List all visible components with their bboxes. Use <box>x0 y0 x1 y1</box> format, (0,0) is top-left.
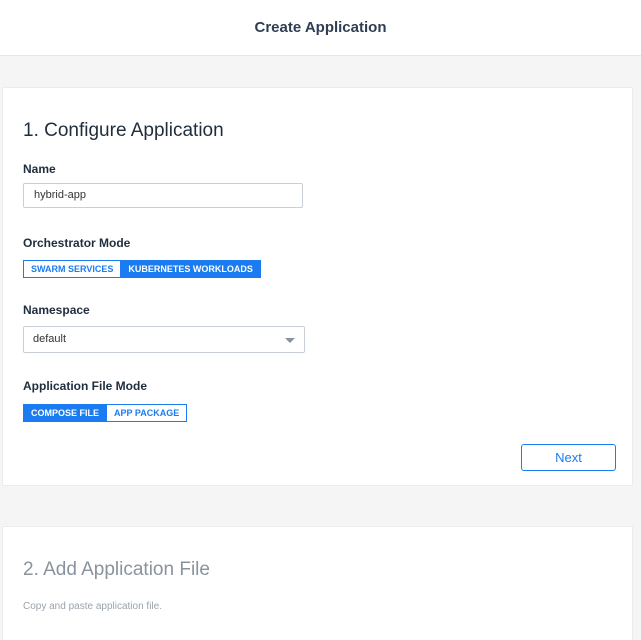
configure-application-section: 1. Configure Application Name hybrid-app… <box>2 87 633 486</box>
next-button[interactable]: Next <box>521 444 616 471</box>
application-file-mode-label: Application File Mode <box>23 379 148 393</box>
chevron-down-icon <box>285 338 295 343</box>
section-title: 1. Configure Application <box>23 120 224 141</box>
namespace-select[interactable]: default <box>23 326 305 353</box>
kubernetes-workloads-option[interactable]: KUBERNETES WORKLOADS <box>120 260 261 278</box>
namespace-value: default <box>33 333 67 345</box>
name-label: Name <box>23 162 56 176</box>
name-input[interactable]: hybrid-app <box>23 183 303 208</box>
orchestrator-mode-toggle: SWARM SERVICES KUBERNETES WORKLOADS <box>23 260 261 278</box>
orchestrator-mode-label: Orchestrator Mode <box>23 236 131 250</box>
application-file-mode-toggle: COMPOSE FILE APP PACKAGE <box>23 404 188 422</box>
add-application-file-section: 2. Add Application File Copy and paste a… <box>2 526 633 640</box>
compose-file-option[interactable]: COMPOSE FILE <box>23 404 108 422</box>
swarm-services-option[interactable]: SWARM SERVICES <box>23 260 122 278</box>
help-text: Copy and paste application file. <box>23 601 162 612</box>
page-title: Create Application <box>254 19 387 36</box>
namespace-label: Namespace <box>23 303 90 317</box>
app-package-option[interactable]: APP PACKAGE <box>106 404 188 422</box>
section-title: 2. Add Application File <box>23 559 210 580</box>
header-bar: Create Application <box>0 0 641 56</box>
